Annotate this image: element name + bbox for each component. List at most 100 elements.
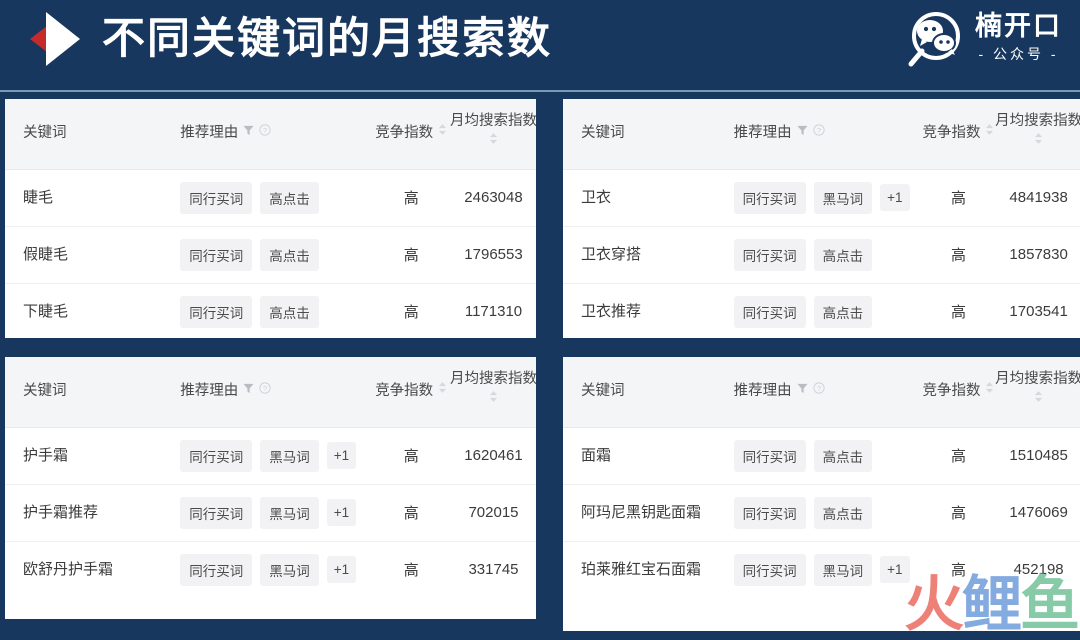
column-header-search-index[interactable]: 月均搜索指数	[450, 99, 536, 169]
table-row[interactable]: 卫衣 同行买词 黑马词 +1 高 4841938	[563, 169, 1080, 226]
reason-tag[interactable]: 黑马词	[260, 553, 319, 586]
cell-reason: 同行买词 高点击	[733, 484, 920, 541]
reason-tag[interactable]: 黑马词	[260, 439, 319, 472]
sort-arrows-icon[interactable]	[985, 381, 994, 398]
sort-arrows-icon[interactable]	[489, 390, 498, 407]
table-row[interactable]: 阿玛尼黑钥匙面霜 同行买词 高点击 高 1476069	[563, 484, 1080, 541]
reason-tag[interactable]: 黑马词	[260, 496, 319, 529]
filter-icon[interactable]	[797, 382, 808, 398]
column-header-competition[interactable]: 竞争指数	[371, 99, 451, 169]
reason-tag[interactable]: 高点击	[813, 496, 873, 529]
column-header-search-index-label: 月均搜索指数	[450, 371, 536, 387]
column-header-search-index[interactable]: 月均搜索指数	[995, 357, 1080, 427]
svg-text:?: ?	[263, 125, 267, 134]
cell-search-index: 331745	[468, 561, 519, 579]
svg-text:?: ?	[817, 383, 821, 392]
reason-tag[interactable]: 高点击	[260, 295, 319, 328]
column-header-reason[interactable]: 推荐理由?	[734, 99, 920, 169]
reason-tag[interactable]: 同行买词	[180, 238, 253, 271]
help-circle-icon[interactable]: ?	[259, 381, 271, 398]
brand-name: 楠开口	[975, 11, 1062, 41]
sort-arrows-icon[interactable]	[438, 123, 447, 140]
table-row[interactable]: 面霜 同行买词 高点击 高 1510485	[563, 427, 1080, 484]
sort-arrows-icon[interactable]	[1034, 390, 1043, 407]
column-header-search-index-label: 月均搜索指数	[995, 113, 1080, 129]
table-row[interactable]: 假睫毛 同行买词 高点击 高 1796553	[5, 226, 536, 283]
help-circle-icon[interactable]: ?	[259, 123, 271, 140]
reason-tag[interactable]: +1	[880, 184, 910, 211]
reason-tag[interactable]: 高点击	[813, 439, 873, 472]
cell-keyword: 欧舒丹护手霜	[23, 560, 114, 578]
column-header-keyword: 关键词	[5, 357, 180, 427]
column-header-keyword-label: 关键词	[581, 125, 625, 141]
table-row[interactable]: 珀莱雅红宝石面霜 同行买词 黑马词 +1 高 452198	[563, 541, 1080, 598]
sort-arrows-icon[interactable]	[438, 381, 447, 398]
column-header-keyword-label: 关键词	[581, 383, 625, 399]
reason-tag[interactable]: 黑马词	[813, 553, 873, 586]
reason-tag[interactable]: +1	[326, 499, 357, 526]
sort-arrows-icon[interactable]	[985, 123, 994, 140]
column-header-competition[interactable]: 竞争指数	[371, 357, 451, 427]
column-header-keyword: 关键词	[5, 99, 180, 169]
column-header-reason-label: 推荐理由	[180, 125, 239, 141]
help-circle-icon[interactable]: ?	[813, 381, 825, 398]
cell-search-index: 4841938	[1009, 189, 1068, 206]
help-circle-icon[interactable]: ?	[813, 123, 825, 140]
table-row[interactable]: 卫衣推荐 同行买词 高点击 高 1703541	[563, 283, 1080, 338]
reason-tag[interactable]: 同行买词	[180, 181, 253, 214]
cell-competition: 高	[950, 505, 966, 522]
reason-tag[interactable]: 同行买词	[733, 496, 806, 529]
column-header-competition-label: 竞争指数	[922, 383, 981, 399]
table-row[interactable]: 欧舒丹护手霜 同行买词 黑马词 +1 高 331745	[5, 541, 536, 598]
filter-icon[interactable]	[243, 124, 254, 140]
cell-keyword: 面霜	[581, 446, 612, 464]
reason-tag[interactable]: 同行买词	[733, 439, 806, 472]
cell-keyword: 睫毛	[23, 188, 54, 206]
table-row[interactable]: 卫衣穿搭 同行买词 高点击 高 1857830	[563, 226, 1080, 283]
cell-competition: 高	[403, 562, 419, 580]
cell-search-index: 1703541	[1009, 303, 1068, 321]
reason-tag[interactable]: 黑马词	[813, 181, 873, 214]
reason-tag[interactable]: 同行买词	[180, 295, 253, 328]
table-row[interactable]: 护手霜推荐 同行买词 黑马词 +1 高 702015	[5, 484, 536, 541]
column-header-competition[interactable]: 竞争指数	[920, 99, 998, 169]
reason-tag[interactable]: 高点击	[813, 238, 873, 271]
reason-tag[interactable]: 同行买词	[733, 238, 806, 271]
column-header-reason[interactable]: 推荐理由?	[734, 357, 920, 427]
brand-subtitle: - 公众号 -	[978, 46, 1059, 62]
column-header-competition[interactable]: 竞争指数	[920, 357, 998, 427]
column-header-search-index[interactable]: 月均搜索指数	[995, 99, 1080, 169]
filter-icon[interactable]	[243, 382, 254, 398]
column-header-reason[interactable]: 推荐理由?	[180, 357, 371, 427]
cell-reason: 同行买词 高点击	[180, 226, 371, 283]
column-header-keyword-label: 关键词	[23, 383, 67, 399]
reason-tag[interactable]: 高点击	[260, 181, 319, 214]
table-row[interactable]: 护手霜 同行买词 黑马词 +1 高 1620461	[5, 427, 536, 484]
white-triangle-icon	[46, 12, 80, 66]
column-header-search-index[interactable]: 月均搜索指数	[450, 357, 536, 427]
reason-tag[interactable]: 同行买词	[733, 553, 806, 586]
sort-arrows-icon[interactable]	[1034, 132, 1043, 149]
cell-keyword: 下睫毛	[23, 302, 69, 320]
reason-tag[interactable]: 同行买词	[733, 181, 806, 214]
brand-text: 楠开口 - 公众号 -	[975, 6, 1062, 64]
reason-tag[interactable]: 同行买词	[180, 496, 253, 529]
reason-tag[interactable]: 高点击	[813, 295, 873, 328]
reason-tag[interactable]: +1	[880, 556, 910, 584]
reason-tag[interactable]: 同行买词	[733, 295, 806, 328]
page-title: 不同关键词的月搜索数	[102, 15, 552, 63]
keyword-table: 关键词 推荐理由? 竞争指数 月均搜索指数 睫毛 同行买词 高点击高 2463048 假睫毛 同行…	[5, 99, 536, 338]
sort-arrows-icon[interactable]	[489, 132, 498, 149]
table-row[interactable]: 睫毛 同行买词 高点击 高 2463048	[5, 169, 536, 226]
reason-tag[interactable]: +1	[326, 442, 357, 469]
cell-reason: 同行买词 高点击	[180, 283, 371, 338]
filter-icon[interactable]	[797, 124, 808, 140]
column-header-reason[interactable]: 推荐理由?	[180, 99, 371, 169]
column-header-search-index-label: 月均搜索指数	[450, 113, 536, 129]
table-row[interactable]: 下睫毛 同行买词 高点击 高 1171310	[5, 283, 536, 338]
play-triangle-logo-icon	[30, 8, 88, 70]
reason-tag[interactable]: 高点击	[260, 238, 319, 271]
reason-tag[interactable]: +1	[326, 556, 357, 584]
reason-tag[interactable]: 同行买词	[180, 439, 253, 472]
reason-tag[interactable]: 同行买词	[180, 553, 253, 586]
